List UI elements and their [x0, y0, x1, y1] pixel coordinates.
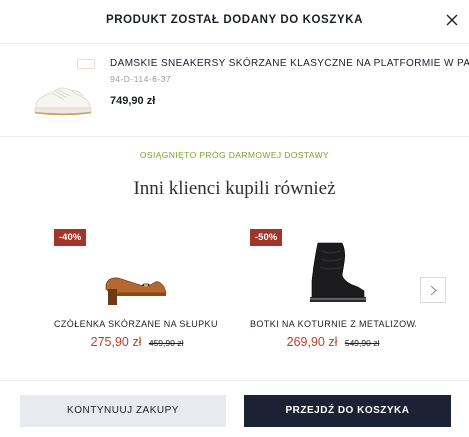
old-price: 459,90 zł [148, 338, 184, 348]
continue-shopping-button[interactable]: KONTYNUUJ ZAKUPY [20, 395, 226, 427]
product-name[interactable]: DAMSKIE SNEAKERSY SKÓRZANE KLASYCZNE NA … [110, 58, 469, 69]
black-ankle-boot-image[interactable] [288, 241, 378, 305]
modal-footer: KONTYNUUJ ZAKUPY PRZEJDŹ DO KOSZYKA [0, 380, 469, 437]
sale-price: 275,90 zł [90, 335, 142, 349]
old-price: 549,90 zł [344, 338, 380, 348]
go-to-cart-button[interactable]: PRZEJDŹ DO KOSZYKA [244, 395, 451, 427]
carousel-next-button[interactable] [420, 277, 446, 303]
recommendation-prices: 275,90 zł 459,90 zł [52, 333, 222, 351]
close-icon [446, 14, 458, 26]
recommendation-card[interactable]: -50% BOTKI NA KOTURNIE Z METALIZOWANĄ 26… [248, 227, 418, 352]
modal-title: PRODUKT ZOSTAŁ DODANY DO KOSZYKA [105, 14, 364, 26]
discount-badge: -50% [250, 229, 283, 246]
close-button[interactable] [440, 8, 464, 32]
recommendation-card[interactable]: -40% CZÓŁENKA SKÓRZANE NA SŁUPKU 275,90 … [52, 227, 222, 352]
sale-price: 269,90 zł [286, 335, 338, 349]
product-price: 749,90 zł [110, 95, 156, 107]
added-to-cart-modal: PRODUKT ZOSTAŁ DODANY DO KOSZYKA DAMSKIE… [0, 0, 469, 437]
added-product: DAMSKIE SNEAKERSY SKÓRZANE KLASYCZNE NA … [0, 44, 469, 137]
modal-header: PRODUKT ZOSTAŁ DODANY DO KOSZYKA [0, 0, 469, 44]
white-sneaker-image[interactable] [30, 56, 94, 122]
brown-pump-image[interactable] [92, 241, 182, 305]
product-code: 94-D-114-6-37 [110, 74, 172, 84]
recommendation-name[interactable]: CZÓŁENKA SKÓRZANE NA SŁUPKU [54, 319, 220, 329]
discount-badge: -40% [54, 229, 87, 246]
chevron-right-icon [430, 285, 437, 296]
recommendations-title: Inni klienci kupili również [133, 178, 336, 199]
recommendation-name[interactable]: BOTKI NA KOTURNIE Z METALIZOWANĄ [250, 319, 416, 329]
free-shipping-notice: OSIĄGNIĘTO PRÓG DARMOWEJ DOSTAWY [139, 150, 330, 160]
recommendation-prices: 269,90 zł 549,90 zł [248, 333, 418, 351]
